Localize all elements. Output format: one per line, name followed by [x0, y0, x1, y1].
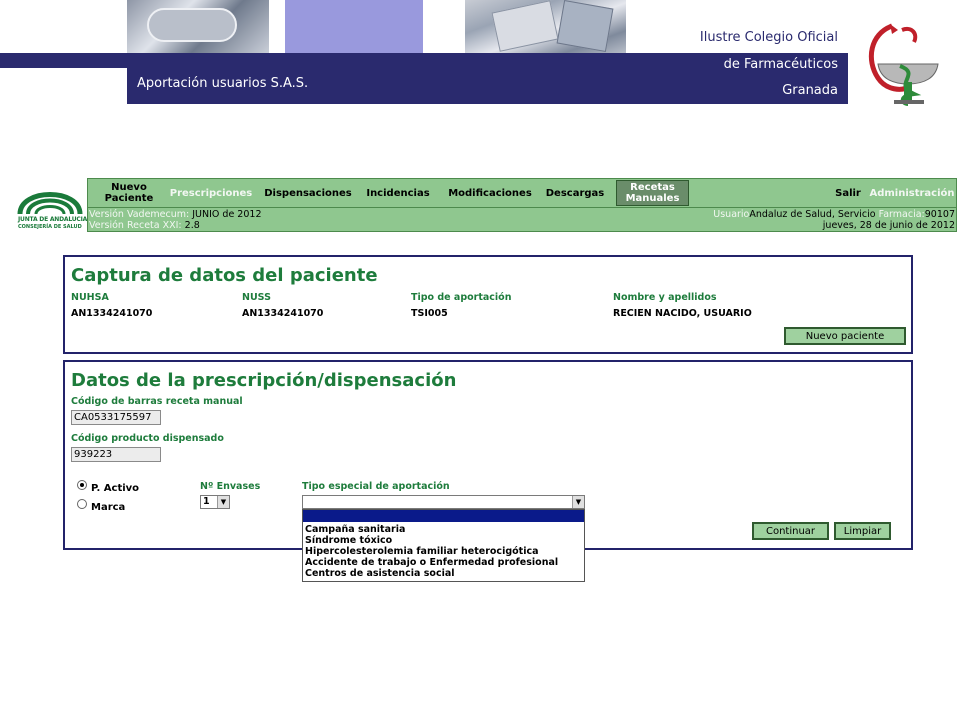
dropdown-option[interactable]: Hipercolesterolemia familiar heterocigót… [305, 546, 539, 557]
college-name-line3: Granada [782, 83, 838, 98]
slide-subtitle: Aportación usuarios S.A.S. [137, 76, 309, 91]
dropdown-option[interactable]: Centros de asistencia social [305, 568, 455, 579]
radio-principio-activo-label: P. Activo [91, 483, 140, 494]
main-navbar: Nuevo Paciente Prescripciones Dispensaci… [87, 178, 957, 208]
barcode-label: Código de barras receta manual [71, 396, 243, 407]
product-code-input[interactable]: 939223 [71, 447, 161, 462]
logo-text-consejeria: CONSEJERÍA DE SALUD [18, 224, 82, 230]
farmacia-value: 90107 [924, 209, 955, 220]
logo-text-junta: JUNTA DE ANDALUCIA [18, 216, 88, 223]
clear-button[interactable]: Limpiar [834, 522, 891, 540]
nav-prescripciones[interactable]: Prescripciones [166, 179, 256, 207]
nav-incidencias[interactable]: Incidencias [362, 179, 434, 207]
new-patient-button[interactable]: Nuevo paciente [784, 327, 906, 345]
pharmacy-college-logo [868, 23, 939, 106]
banner-photo-blank [285, 0, 423, 53]
nav-salir[interactable]: Salir [832, 179, 864, 207]
radio-marca[interactable] [77, 499, 87, 509]
radio-marca-label: Marca [91, 502, 126, 513]
tipo-aportacion-value: TSI005 [411, 308, 448, 319]
chevron-down-icon: ▼ [217, 496, 229, 508]
nav-nuevo-paciente[interactable]: Nuevo Paciente [94, 179, 164, 207]
special-type-label: Tipo especial de aportación [302, 481, 450, 492]
dropdown-option[interactable]: Accidente de trabajo o Enfermedad profes… [305, 557, 558, 568]
special-type-dropdown-list: Campaña sanitaria Síndrome tóxico Hiperc… [302, 509, 585, 582]
radio-principio-activo[interactable] [77, 480, 87, 490]
continue-button[interactable]: Continuar [752, 522, 829, 540]
nav-recetas-manuales[interactable]: Recetas Manuales [616, 180, 689, 206]
junta-andalucia-logo: JUNTA DE ANDALUCIA CONSEJERÍA DE SALUD [14, 174, 88, 234]
current-date: jueves, 28 de junio de 2012 [822, 220, 955, 231]
prescription-panel-title: Datos de la prescripción/dispensación [71, 370, 457, 391]
nav-modificaciones[interactable]: Modificaciones [443, 179, 537, 207]
usuario-value: Andaluz de Salud, Servicio [749, 209, 876, 220]
dropdown-highlighted-option[interactable] [303, 510, 584, 522]
patient-panel-title: Captura de datos del paciente [71, 265, 378, 286]
nombre-value: RECIEN NACIDO, USUARIO [613, 308, 752, 319]
vademecum-value: JUNIO de 2012 [192, 209, 262, 220]
patient-panel: Captura de datos del paciente NUHSA AN13… [63, 255, 913, 354]
college-name-line2: de Farmacéuticos [723, 57, 838, 72]
receta-version-value: 2.8 [184, 220, 200, 231]
dropdown-option[interactable]: Campaña sanitaria [305, 524, 405, 535]
envases-label: Nº Envases [200, 481, 261, 492]
dropdown-option[interactable]: Síndrome tóxico [305, 535, 392, 546]
nuhsa-label: NUHSA [71, 292, 109, 303]
junta-arch-icon [17, 192, 83, 215]
farmacia-label: Farmacia: [878, 209, 925, 220]
envases-select-value: 1 [203, 496, 210, 507]
session-info-bar: Versión Vademecum: JUNIO de 2012 Versión… [87, 208, 957, 232]
barcode-input[interactable]: CA0533175597 [71, 410, 161, 425]
special-type-select[interactable]: ▼ [302, 495, 585, 509]
tipo-aportacion-label: Tipo de aportación [411, 292, 512, 303]
nuhsa-value: AN1334241070 [71, 308, 153, 319]
product-code-label: Código producto dispensado [71, 433, 224, 444]
nuss-label: NUSS [242, 292, 271, 303]
banner-photo-device [127, 0, 269, 53]
chevron-down-icon[interactable]: ▼ [572, 496, 584, 508]
college-name-line1: Ilustre Colegio Oficial [699, 30, 838, 45]
nav-descargas[interactable]: Descargas [542, 179, 608, 207]
vademecum-label: Versión Vademecum: [89, 209, 190, 220]
nav-administracion[interactable]: Administración [868, 179, 956, 207]
nav-dispensaciones[interactable]: Dispensaciones [260, 179, 356, 207]
nuss-value: AN1334241070 [242, 308, 324, 319]
usuario-label: Usuario [713, 209, 750, 220]
nombre-label: Nombre y apellidos [613, 292, 717, 303]
receta-version-label: Versión Receta XXI: [89, 220, 182, 231]
envases-select[interactable]: 1 ▼ [200, 495, 230, 509]
banner-photo-prescriptions [465, 0, 626, 53]
